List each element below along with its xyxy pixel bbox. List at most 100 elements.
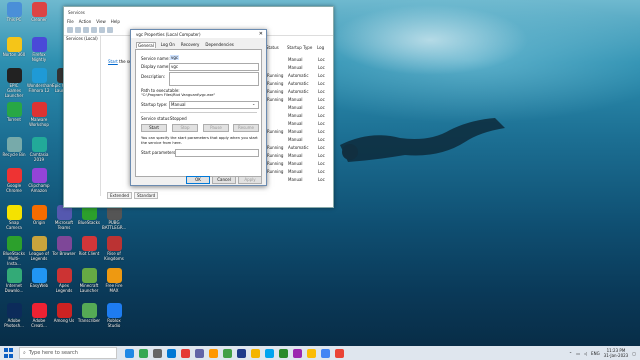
taskbar-app-icon[interactable] [153,348,162,358]
desktop-icon[interactable]: Firefox Nightly [27,37,51,62]
display-name-field[interactable] [169,63,259,71]
desktop-icon[interactable]: Riot Client [77,236,101,256]
desktop-icon[interactable]: Minecraft Launcher [77,268,101,293]
desktop-icon[interactable]: Google Chrome [2,168,26,193]
tab-log-on[interactable]: Log On [160,42,176,48]
desktop-icon[interactable]: Norton 360 [2,37,26,57]
taskbar-app-icon[interactable] [293,348,302,358]
taskbar-app-icon[interactable] [251,348,260,358]
dialog-title-bar[interactable]: vgc Properties (Local Computer) [131,30,266,38]
language-indicator[interactable]: ENG [591,351,600,356]
desktop-icon[interactable]: Tor Browser [52,236,76,256]
taskbar-app-icon[interactable] [321,348,330,358]
desktop-icon[interactable]: EPIC Games Launcher [2,68,26,98]
back-icon[interactable] [67,27,73,33]
desktop-icon[interactable]: EasyWeb [27,268,51,288]
desktop-icon[interactable]: BlueStacks Multi-Insta... [2,236,26,266]
taskbar-app-icon[interactable] [223,348,232,358]
export-icon[interactable] [99,27,105,33]
table-row[interactable]: Running Manual Loc [267,160,328,168]
desktop-icon[interactable]: Free Fire MAX [102,268,126,293]
desktop-icon[interactable]: Cleaner [27,2,51,22]
table-row[interactable]: Manual Loc [267,176,328,184]
table-row[interactable]: Running Automatic Loc [267,144,328,152]
taskbar-app-icon[interactable] [307,348,316,358]
taskbar-app-icon[interactable] [181,348,190,358]
network-icon[interactable]: ▭ [576,351,580,356]
taskbar-app-icon[interactable] [167,348,176,358]
menu-file[interactable]: File [67,19,74,24]
help-icon[interactable] [107,27,113,33]
pause-button[interactable]: Pause [203,124,229,132]
taskbar-app-icon[interactable] [195,348,204,358]
desktop-icon[interactable]: PUBG BATTLEGR... [102,205,126,230]
desktop-icon[interactable]: Snap Camera [2,205,26,230]
tab-dependencies[interactable]: Dependencies [204,42,234,48]
start-button[interactable]: Start [141,124,167,132]
table-row[interactable]: Manual Loc [267,56,328,64]
taskbar-app-icon[interactable] [265,348,274,358]
notifications-icon[interactable]: ▢ [632,351,636,356]
desktop-icon[interactable]: Among Us [52,303,76,323]
stop-button[interactable]: Stop [172,124,198,132]
table-row[interactable]: Running Automatic Loc [267,80,328,88]
desktop-icon[interactable]: Adobe Creati... [27,303,51,328]
refresh-icon[interactable] [91,27,97,33]
taskbar-app-icon[interactable] [209,348,218,358]
desktop-icon[interactable]: Apex Legends [52,268,76,293]
desktop-icon[interactable]: Torrent [2,102,26,122]
cancel-button[interactable]: Cancel [212,176,236,184]
tab-standard[interactable]: Standard [134,192,159,199]
desktop-icon[interactable]: Transcriber [77,303,101,323]
resume-button[interactable]: Resume [233,124,259,132]
desktop-icon[interactable]: Malware Workshop [27,102,51,127]
table-row[interactable]: Running Manual Loc [267,152,328,160]
ok-button[interactable]: OK [186,176,210,184]
description-field[interactable] [169,72,259,86]
menu-view[interactable]: View [96,19,106,24]
menu-help[interactable]: Help [111,19,120,24]
taskbar-app-icon[interactable] [237,348,246,358]
table-row[interactable]: Running Automatic Loc [267,88,328,96]
desktop-icon[interactable]: Internet Downlo... [2,268,26,293]
table-row[interactable]: Manual Loc [267,136,328,144]
table-row[interactable]: Running Manual Loc [267,168,328,176]
clock[interactable]: 11:23 PM 31-Jan-2023 [604,348,629,358]
volume-icon[interactable]: ◁ [584,351,587,356]
column-log-on[interactable]: Log [317,45,327,50]
service-name-value[interactable]: vgc [170,55,180,60]
table-row[interactable]: Running Manual Loc [267,96,328,104]
desktop-icon[interactable]: Adobe Photosh... [2,303,26,328]
chevron-down-icon[interactable]: ⌄ [252,101,255,106]
taskbar-app-icon[interactable] [335,348,344,358]
services-local-node[interactable]: Services (Local) [66,36,100,41]
chevron-up-icon[interactable]: ⌃ [569,351,572,356]
tab-general[interactable]: General [136,42,156,48]
desktop-icon[interactable]: Recycle Bin [2,137,26,157]
close-icon[interactable]: ✕ [259,31,263,37]
table-row[interactable]: Manual Loc [267,64,328,72]
taskbar-app-icon[interactable] [139,348,148,358]
apply-button[interactable]: Apply [238,176,262,184]
vgc-properties-dialog[interactable]: vgc Properties (Local Computer) ✕ Genera… [130,29,267,186]
desktop-icon[interactable]: Rise of Kingdoms [102,236,126,261]
start-service-link[interactable]: Start [108,59,118,64]
desktop-icon[interactable]: League of Legends [27,236,51,261]
taskbar-app-icon[interactable] [279,348,288,358]
table-row[interactable]: Manual Loc [267,104,328,112]
services-title-bar[interactable]: Services [64,7,333,17]
table-row[interactable]: Manual Loc [267,112,328,120]
desktop-icon[interactable]: Origin [27,205,51,225]
desktop-icon[interactable]: Clipchamp Amazon [27,168,51,193]
desktop-icon[interactable]: Wondershare Filmora 12 [27,68,53,93]
column-startup-type[interactable]: Startup Type [287,45,317,50]
start-params-input[interactable] [175,149,259,157]
menu-action[interactable]: Action [79,19,92,24]
taskbar-app-icon[interactable] [125,348,134,358]
column-status[interactable]: Status [266,45,287,50]
services-left-pane[interactable]: Services (Local) [66,36,101,196]
taskbar-search[interactable]: ⌕ Type here to search [19,347,117,359]
show-tree-icon[interactable] [83,27,89,33]
forward-icon[interactable] [75,27,81,33]
table-row[interactable]: Running Manual Loc [267,128,328,136]
